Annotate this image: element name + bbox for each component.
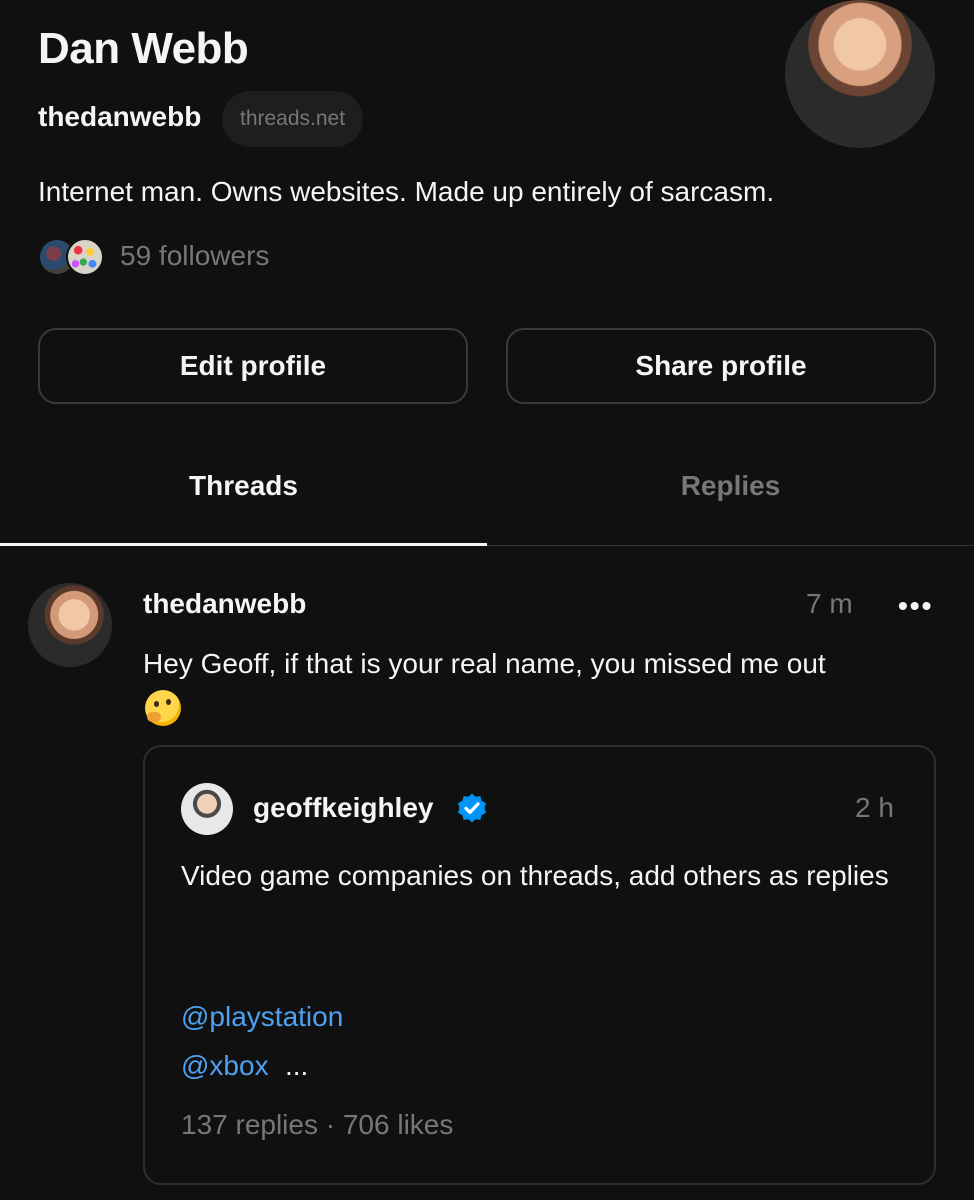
quoted-post-text: Video game companies on threads, add oth… xyxy=(181,860,889,891)
profile-avatar[interactable] xyxy=(785,0,935,148)
share-profile-button[interactable]: Share profile xyxy=(506,328,936,404)
quoted-post-stats[interactable]: 137 replies · 706 likes xyxy=(181,1109,453,1141)
tab-replies[interactable]: Replies xyxy=(487,470,974,502)
post-author-avatar[interactable] xyxy=(28,583,112,667)
tab-threads[interactable]: Threads xyxy=(0,470,487,502)
profile-display-name: Dan Webb xyxy=(38,24,249,73)
profile-bio: Internet man. Owns websites. Made up ent… xyxy=(38,176,775,207)
follower-avatars[interactable] xyxy=(38,238,106,276)
quoted-author-avatar[interactable] xyxy=(181,783,233,835)
follower-avatar xyxy=(66,238,104,276)
truncation-ellipsis: ... xyxy=(285,1050,309,1081)
active-tab-indicator xyxy=(0,543,487,546)
post-timestamp: 7 m xyxy=(806,588,853,619)
verified-badge-icon xyxy=(458,793,486,823)
edit-profile-button[interactable]: Edit profile xyxy=(38,328,468,404)
mention-link[interactable]: @xbox xyxy=(181,1050,269,1082)
post-author-username[interactable]: thedanwebb xyxy=(143,588,306,620)
profile-username: thedanwebb xyxy=(38,101,202,132)
followers-count[interactable]: 59 followers xyxy=(120,240,269,272)
thinking-face-emoji-icon xyxy=(145,690,181,726)
mention-link[interactable]: @playstation xyxy=(181,1001,343,1033)
quoted-author-username[interactable]: geoffkeighley xyxy=(253,792,433,824)
post-text: Hey Geoff, if that is your real name, yo… xyxy=(143,648,826,679)
more-options-icon[interactable]: ••• xyxy=(898,590,933,622)
quoted-timestamp: 2 h xyxy=(855,792,894,823)
domain-badge[interactable]: threads.net xyxy=(222,91,364,147)
